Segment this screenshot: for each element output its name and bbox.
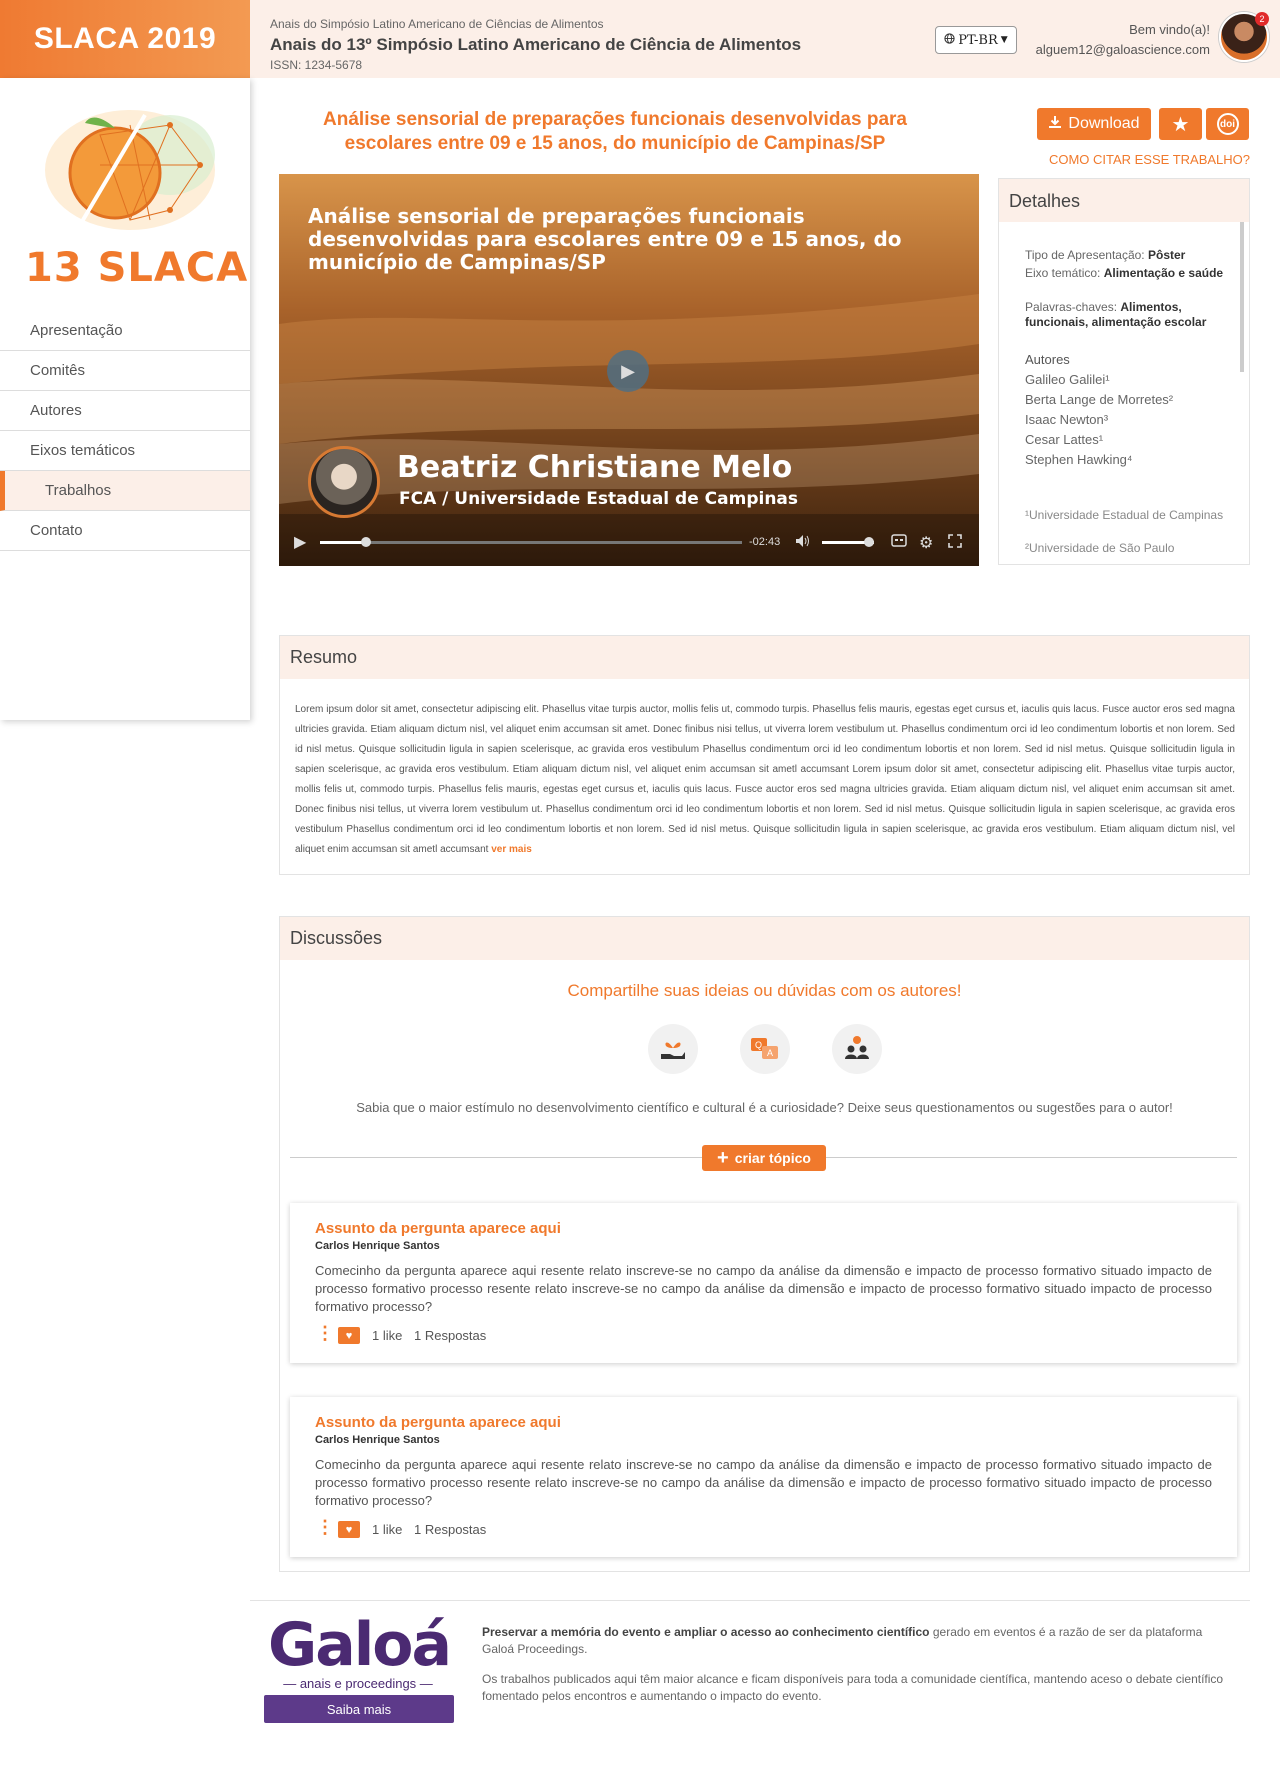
authors-heading: Autores	[1025, 352, 1070, 367]
author-item[interactable]: Cesar Lattes¹	[1025, 432, 1103, 447]
issn: ISSN: 1234-5678	[270, 58, 363, 72]
abstract-text: Lorem ipsum dolor sit amet, consectetur …	[295, 700, 1235, 860]
volume-icon[interactable]	[795, 534, 811, 551]
sidebar-item-comites[interactable]: Comitês	[0, 351, 250, 391]
sidebar-item-label: Apresentação	[30, 322, 123, 339]
heart-icon[interactable]: ♥	[338, 1327, 360, 1344]
heart-icon[interactable]: ♥	[338, 1521, 360, 1538]
institution-item: ¹Universidade Estadual de Campinas	[1025, 508, 1224, 522]
globe-icon	[944, 32, 955, 48]
welcome-text: Bem vindo(a)!	[1129, 22, 1210, 37]
time-remaining: -02:43	[749, 536, 781, 548]
discussions-heading: Discussões	[280, 917, 1249, 960]
topic-body: Comecinho da pergunta aparece aqui resen…	[315, 1457, 1212, 1508]
create-topic-label: criar tópico	[734, 1150, 811, 1166]
progress-fill	[320, 541, 366, 544]
author-item[interactable]: Stephen Hawking⁴	[1025, 452, 1133, 467]
star-icon: ★	[1171, 113, 1190, 136]
detail-type-value: Pôster	[1147, 248, 1186, 262]
abstract-body: Lorem ipsum dolor sit amet, consectetur …	[295, 704, 1235, 855]
user-email: alguem12@galoascience.com	[1035, 42, 1210, 57]
sidebar-item-label: Contato	[30, 522, 83, 539]
footer-paragraph-2: Os trabalhos publicados aqui têm maior a…	[482, 1672, 1224, 1703]
sidebar-item-label: Comitês	[30, 362, 86, 379]
speaker-name: Beatriz Christiane Melo	[397, 450, 793, 485]
topic-likes: 1 like	[372, 1522, 403, 1537]
sidebar-item-trabalhos[interactable]: Trabalhos	[0, 471, 250, 511]
details-scrollbar[interactable]	[1240, 222, 1244, 372]
footer-emphasis: Preservar a memória do evento e ampliar …	[482, 1625, 930, 1639]
fullscreen-icon[interactable]	[948, 534, 962, 551]
brand-title[interactable]: SLACA 2019	[0, 0, 250, 78]
play-icon[interactable]: ▶	[607, 350, 649, 392]
progress-handle[interactable]	[361, 537, 371, 547]
galoa-logo: Galoá	[268, 1610, 452, 1680]
notification-badge[interactable]: 2	[1255, 12, 1269, 26]
plus-icon: +	[717, 1147, 729, 1169]
detail-keywords: Palavras-chaves: Alimentos, funcionais, …	[1025, 300, 1225, 330]
detail-keywords-label: Palavras-chaves:	[1025, 300, 1118, 314]
doi-icon: doi	[1216, 113, 1239, 135]
doi-button[interactable]: doi	[1206, 108, 1249, 140]
details-heading: Detalhes	[999, 179, 1249, 222]
svg-text:A: A	[767, 1048, 773, 1058]
footer-paragraph-1: Preservar a memória do evento e ampliar …	[482, 1624, 1234, 1658]
download-label: Download	[1068, 115, 1140, 132]
sidebar-item-autores[interactable]: Autores	[0, 391, 250, 431]
more-vert-icon[interactable]: ⋮	[316, 1517, 334, 1538]
sidebar-item-eixos[interactable]: Eixos temáticos	[0, 431, 250, 471]
topic-author: Carlos Henrique Santos	[315, 1240, 440, 1252]
author-item[interactable]: Isaac Newton³	[1025, 412, 1108, 427]
topic-body: Comecinho da pergunta aparece aqui resen…	[315, 1263, 1212, 1314]
volume-handle[interactable]	[864, 537, 874, 547]
download-icon	[1048, 115, 1062, 134]
author-item[interactable]: Galileo Galilei¹	[1025, 372, 1110, 387]
create-topic-button[interactable]: + criar tópico	[702, 1145, 826, 1171]
detail-axis-value: Alimentação e saúde	[1103, 266, 1224, 280]
footer-divider	[250, 1600, 1250, 1601]
gear-icon[interactable]: ⚙	[919, 533, 933, 553]
sidebar-item-label: Autores	[30, 402, 82, 419]
breadcrumb[interactable]: Anais do Simpósio Latino Americano de Ci…	[270, 17, 604, 31]
play-icon[interactable]: ▶	[294, 532, 306, 552]
download-button[interactable]: Download	[1037, 108, 1151, 140]
logo-text: 13 SLACA	[25, 245, 249, 291]
people-icon	[832, 1024, 882, 1074]
detail-type: Tipo de Apresentação: Pôster	[1025, 248, 1225, 263]
plant-hand-icon	[648, 1024, 698, 1074]
topic-likes: 1 like	[372, 1328, 403, 1343]
topic-title[interactable]: Assunto da pergunta aparece aqui	[315, 1414, 561, 1431]
learn-more-button[interactable]: Saiba mais	[264, 1695, 454, 1723]
cite-link[interactable]: COMO CITAR ESSE TRABALHO?	[1040, 152, 1250, 167]
speaker-photo	[308, 446, 380, 518]
read-more-link[interactable]: ver mais	[491, 844, 532, 855]
favorite-button[interactable]: ★	[1159, 108, 1202, 140]
discussions-lead: Compartilhe suas ideias ou dúvidas com o…	[567, 981, 962, 1000]
article-title: Análise sensorial de preparações funcion…	[323, 109, 907, 154]
detail-type-label: Tipo de Apresentação:	[1025, 248, 1145, 262]
topic-replies[interactable]: 1 Respostas	[414, 1328, 486, 1343]
more-vert-icon[interactable]: ⋮	[316, 1323, 334, 1344]
proceedings-title: Anais do 13º Simpósio Latino Americano d…	[270, 35, 802, 54]
topic-author: Carlos Henrique Santos	[315, 1434, 440, 1446]
galoa-subtitle: — anais e proceedings —	[283, 1676, 433, 1691]
detail-axis: Eixo temático: Alimentação e saúde	[1025, 266, 1225, 281]
institution-item: ²Universidade de São Paulo	[1025, 541, 1175, 555]
topic-title[interactable]: Assunto da pergunta aparece aqui	[315, 1220, 561, 1237]
sidebar-item-apresentacao[interactable]: Apresentação	[0, 311, 250, 351]
sidebar-item-label: Eixos temáticos	[30, 442, 136, 459]
detail-axis-label: Eixo temático:	[1025, 266, 1101, 280]
sidebar-item-label: Trabalhos	[45, 482, 112, 499]
speaker-affiliation: FCA / Universidade Estadual de Campinas	[399, 489, 799, 509]
progress-bar[interactable]	[320, 541, 742, 544]
author-item[interactable]: Berta Lange de Morretes²	[1025, 392, 1173, 407]
captions-icon[interactable]	[891, 534, 907, 550]
qa-icon: QA	[740, 1024, 790, 1074]
svg-text:Q: Q	[755, 1040, 762, 1050]
discussions-subtext: Sabia que o maior estímulo no desenvolvi…	[356, 1100, 1173, 1115]
video-title: Análise sensorial de preparações funcion…	[308, 204, 902, 274]
abstract-heading: Resumo	[280, 636, 1249, 679]
sidebar-item-contato[interactable]: Contato	[0, 511, 250, 551]
topic-replies[interactable]: 1 Respostas	[414, 1522, 486, 1537]
